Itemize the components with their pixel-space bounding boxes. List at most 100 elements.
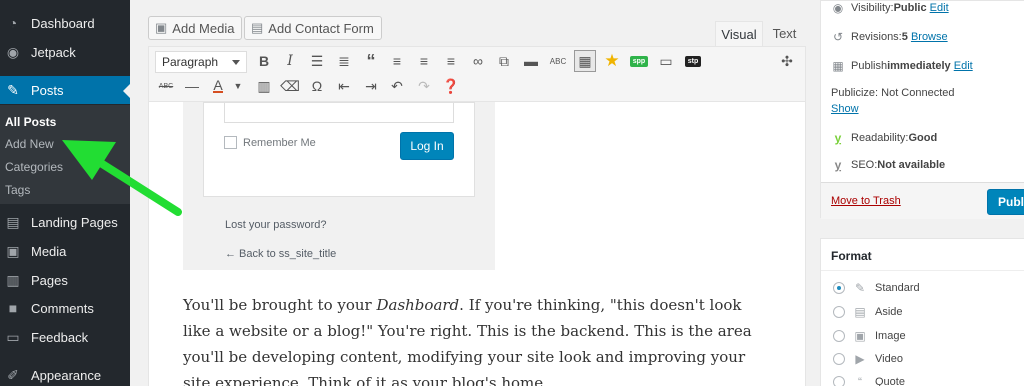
- login-card: Remember Me Log In: [203, 102, 475, 197]
- bold-icon[interactable]: B: [253, 50, 275, 72]
- radio-icon[interactable]: [833, 306, 845, 318]
- format-option-label: Standard: [875, 282, 920, 294]
- seo-value: Not available: [877, 159, 946, 171]
- visibility-label: Visibility:: [851, 2, 894, 14]
- indent-icon[interactable]: ⇥: [360, 75, 382, 97]
- visibility-value: Public: [893, 2, 927, 14]
- editor-content[interactable]: Remember Me Log In Lost your password? ←…: [148, 102, 806, 386]
- pin-icon: ✎: [854, 281, 866, 295]
- remember-me: Remember Me: [224, 136, 316, 149]
- back-to-site-link: ← Back to ss_site_title: [225, 248, 337, 260]
- publish-button[interactable]: Publi: [987, 189, 1024, 215]
- special-character-icon[interactable]: Ω: [306, 75, 328, 97]
- align-center-icon[interactable]: ≡: [413, 50, 435, 72]
- login-screenshot-image: Remember Me Log In Lost your password? ←…: [183, 102, 495, 270]
- body-line-1: You'll be brought to your Dashboard. If …: [183, 292, 741, 318]
- format-option-image[interactable]: ▣ Image: [833, 329, 906, 343]
- toolbar-toggle-icon[interactable]: ▦: [574, 50, 596, 72]
- help-icon[interactable]: ❓: [440, 75, 462, 97]
- blockquote-icon[interactable]: “: [360, 50, 382, 72]
- format-option-video[interactable]: ▶ Video: [833, 352, 903, 366]
- body-text: You'll be brought to your: [183, 296, 377, 314]
- sidebar-item-dashboard[interactable]: ◔ Dashboard: [0, 9, 130, 37]
- sidebar-item-label: Media: [31, 243, 67, 259]
- readability-label: Readability:: [851, 132, 909, 144]
- fullscreen-icon[interactable]: ✣: [776, 50, 798, 72]
- aside-icon: ▤: [854, 305, 866, 319]
- align-left-icon[interactable]: ≡: [386, 50, 408, 72]
- sidebar-item-landing-pages[interactable]: ▤ Landing Pages: [0, 208, 130, 236]
- stp-icon[interactable]: stp: [682, 50, 704, 72]
- redo-icon[interactable]: ↷: [413, 75, 435, 97]
- format-select[interactable]: Paragraph: [155, 51, 247, 73]
- align-right-icon[interactable]: ≡: [440, 50, 462, 72]
- revisions-browse-link[interactable]: Browse: [911, 31, 948, 43]
- eye-icon: ◉: [832, 1, 844, 15]
- spellcheck-icon[interactable]: ABC: [547, 50, 569, 72]
- sidebar-item-media[interactable]: ▣ Media: [0, 237, 130, 265]
- format-option-quote[interactable]: “ Quote: [833, 375, 905, 386]
- chevron-down-icon[interactable]: ▼: [227, 75, 249, 97]
- read-more-icon[interactable]: ▬: [520, 50, 542, 72]
- lost-password-link: Lost your password?: [225, 219, 327, 231]
- link-icon[interactable]: ∞: [467, 50, 489, 72]
- format-option-standard[interactable]: ✎ Standard: [833, 281, 920, 295]
- radio-icon[interactable]: [833, 330, 845, 342]
- paste-text-icon[interactable]: ▥: [253, 75, 275, 97]
- format-option-label: Video: [875, 353, 903, 365]
- submenu-tags[interactable]: Tags: [5, 183, 30, 197]
- body-line-4: site experience. Think of it as your blo…: [183, 374, 548, 386]
- dashboard-icon: ◔: [8, 15, 18, 31]
- horizontal-line-icon[interactable]: —: [181, 75, 203, 97]
- add-media-label: Add Media: [172, 20, 235, 36]
- unlink-icon[interactable]: ⧉: [493, 50, 515, 72]
- format-option-aside[interactable]: ▤ Aside: [833, 305, 903, 319]
- spp-icon[interactable]: spp: [628, 50, 650, 72]
- publicize-show-link[interactable]: Show: [831, 103, 859, 115]
- italic-icon[interactable]: I: [279, 50, 301, 72]
- sidebar-item-appearance[interactable]: ✐ Appearance: [0, 361, 130, 386]
- radio-icon[interactable]: [833, 353, 845, 365]
- publish-actions: Move to Trash Publi: [821, 182, 1024, 219]
- add-media-button[interactable]: ▣ Add Media: [148, 16, 243, 40]
- sidebar-item-label: Dashboard: [31, 15, 95, 31]
- body-text: . If you're thinking, "this doesn't look: [459, 296, 742, 314]
- bullet-list-icon[interactable]: ☰: [306, 50, 328, 72]
- sidebar-item-label: Pages: [31, 272, 68, 288]
- tab-text[interactable]: Text: [763, 21, 806, 46]
- text-color-icon[interactable]: A: [207, 75, 229, 97]
- format-box: Format ✎ Standard ▤ Aside ▣ Image ▶ Vide…: [820, 238, 1024, 386]
- readability-row: ỵ Readability: Good: [831, 131, 938, 145]
- format-select-value: Paragraph: [162, 55, 219, 69]
- quote-icon: “: [858, 375, 862, 386]
- move-to-trash-link[interactable]: Move to Trash: [831, 195, 901, 207]
- strikethrough-icon[interactable]: ABC: [155, 75, 177, 97]
- add-contact-form-button[interactable]: ▤ Add Contact Form: [244, 16, 382, 40]
- yoast-good-icon: ỵ: [834, 131, 842, 145]
- sidebar-item-jetpack[interactable]: ◉ Jetpack: [0, 38, 130, 66]
- publish-date-value: immediately: [887, 60, 951, 72]
- numbered-list-icon[interactable]: ≣: [333, 50, 355, 72]
- sidebar-item-feedback[interactable]: ▭ Feedback: [0, 323, 130, 351]
- submenu-categories[interactable]: Categories: [5, 160, 63, 174]
- undo-icon[interactable]: ↶: [386, 75, 408, 97]
- sidebar-item-comments[interactable]: ■ Comments: [0, 294, 130, 322]
- outdent-icon[interactable]: ⇤: [333, 75, 355, 97]
- sidebar-item-label: Appearance: [31, 367, 102, 383]
- tab-visual[interactable]: Visual: [715, 21, 763, 46]
- submenu-add-new[interactable]: Add New: [5, 137, 54, 151]
- template-icon[interactable]: ▭: [655, 50, 677, 72]
- clear-formatting-icon[interactable]: ⌫: [279, 75, 301, 97]
- admin-sidebar: ◔ Dashboard ◉ Jetpack ✎ Posts All Posts …: [0, 0, 130, 386]
- publish-date-edit-link[interactable]: Edit: [954, 60, 973, 72]
- star-icon[interactable]: ★: [601, 50, 623, 72]
- calendar-icon: ▦: [832, 59, 844, 73]
- radio-icon[interactable]: [833, 376, 845, 386]
- radio-selected-icon[interactable]: [833, 282, 845, 294]
- sidebar-item-pages[interactable]: ▥ Pages: [0, 266, 130, 294]
- media-icon: ▣: [6, 243, 20, 259]
- body-line-3: you'll be developing content, modifying …: [183, 348, 746, 366]
- visibility-edit-link[interactable]: Edit: [930, 2, 949, 14]
- submenu-all-posts[interactable]: All Posts: [5, 115, 56, 129]
- sidebar-item-posts[interactable]: ✎ Posts: [0, 76, 130, 104]
